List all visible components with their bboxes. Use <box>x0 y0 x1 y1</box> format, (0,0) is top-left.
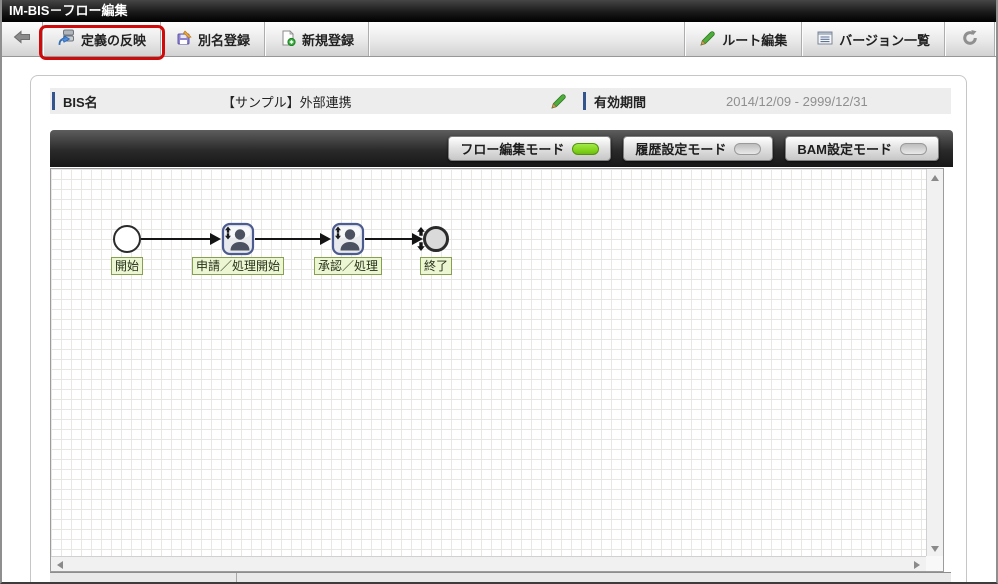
alias-save-icon <box>176 29 192 49</box>
flow-connector-arrowhead <box>210 233 221 245</box>
bis-info-bar: BIS名 【サンプル】外部連携 有効期間 2014/12/09 - 2999/1… <box>50 88 951 114</box>
main-area: BIS名 【サンプル】外部連携 有効期間 2014/12/09 - 2999/1… <box>2 57 996 582</box>
version-list-label: バージョン一覧 <box>839 32 930 48</box>
pencil-icon <box>551 94 566 109</box>
reflect-definition-icon <box>58 29 75 49</box>
route-edit-label: ルート編集 <box>722 32 788 48</box>
node-label-task2: 承認／処理 <box>313 257 383 275</box>
toolbar-separator <box>994 22 996 56</box>
flow-edit-mode-label: フロー編集モード <box>460 142 565 157</box>
vertical-scrollbar[interactable] <box>926 169 943 556</box>
version-list-icon <box>817 31 833 48</box>
node-label-end: 終了 <box>419 257 453 275</box>
valid-period-value: 2014/12/09 - 2999/12/31 <box>726 93 868 109</box>
history-setting-mode-button[interactable]: 履歴設定モード <box>623 136 774 161</box>
reflect-definition-label: 定義の反映 <box>81 32 147 48</box>
edit-bis-name-button[interactable] <box>551 93 567 109</box>
valid-period-label: 有効期間 <box>594 94 647 110</box>
scroll-up-icon[interactable] <box>931 175 939 181</box>
start-event-node[interactable] <box>113 225 141 253</box>
mode-bar: フロー編集モード 履歴設定モード BAM設定モード <box>50 130 953 167</box>
toggle-off-indicator <box>734 142 762 155</box>
page-title: IM-BIS－フロー編集 <box>2 0 996 22</box>
end-event-node[interactable] <box>423 226 449 252</box>
new-register-button[interactable]: 新規登録 <box>266 22 368 56</box>
im-bis-window: IM-BIS－フロー編集 定義の反映 別名登録 新規登録 ルート編集 バージョン… <box>0 0 998 584</box>
table-header-settings: 設定内容 <box>237 573 951 582</box>
bis-name-value: 【サンプル】外部連携 <box>222 94 352 110</box>
user-task-icon <box>331 222 365 256</box>
flow-connector <box>141 238 210 240</box>
node-label-start: 開始 <box>110 257 144 275</box>
bis-name-label: BIS名 <box>63 94 98 110</box>
flow-connector <box>255 238 320 240</box>
alias-register-label: 別名登録 <box>198 32 251 48</box>
user-task-node-2[interactable] <box>331 222 365 261</box>
toolbar: 定義の反映 別名登録 新規登録 ルート編集 バージョン一覧 <box>2 22 996 60</box>
user-task-node-1[interactable] <box>221 222 255 261</box>
scroll-left-icon[interactable] <box>57 561 63 569</box>
bam-setting-mode-button[interactable]: BAM設定モード <box>785 136 939 161</box>
route-edit-button[interactable]: ルート編集 <box>686 22 801 56</box>
flow-connector <box>365 238 412 240</box>
scroll-down-icon[interactable] <box>931 546 939 552</box>
new-register-label: 新規登録 <box>302 32 355 48</box>
pencil-icon <box>700 30 716 49</box>
flow-edit-panel: BIS名 【サンプル】外部連携 有効期間 2014/12/09 - 2999/1… <box>30 75 967 582</box>
refresh-icon <box>961 29 979 50</box>
node-settings-table: ノード名 設定内容 <box>50 572 951 582</box>
flow-connector-arrowhead <box>320 233 331 245</box>
alias-register-button[interactable]: 別名登録 <box>162 22 264 56</box>
toggle-off-indicator <box>900 142 927 155</box>
bam-setting-mode-label: BAM設定モード <box>797 142 892 157</box>
scroll-right-icon[interactable] <box>914 561 920 569</box>
back-arrow-icon <box>13 29 31 49</box>
new-document-icon <box>280 29 296 49</box>
table-header-node-name: ノード名 <box>50 573 237 582</box>
flow-canvas-container: 開始 申請／処理開始 承認／処理 終了 <box>50 168 944 572</box>
version-list-button[interactable]: バージョン一覧 <box>803 22 944 56</box>
history-setting-mode-label: 履歴設定モード <box>635 142 727 157</box>
toggle-on-indicator <box>572 142 600 155</box>
horizontal-scrollbar[interactable] <box>51 556 926 571</box>
flow-edit-mode-button[interactable]: フロー編集モード <box>448 136 612 161</box>
end-event-arrows-icon <box>416 226 426 257</box>
back-button[interactable] <box>2 22 42 56</box>
refresh-button[interactable] <box>946 22 994 56</box>
reflect-definition-button[interactable]: 定義の反映 <box>39 22 166 60</box>
flow-canvas[interactable]: 開始 申請／処理開始 承認／処理 終了 <box>51 169 926 556</box>
node-label-task1: 申請／処理開始 <box>191 257 285 275</box>
user-task-icon <box>221 222 255 256</box>
scrollbar-corner <box>926 556 943 571</box>
